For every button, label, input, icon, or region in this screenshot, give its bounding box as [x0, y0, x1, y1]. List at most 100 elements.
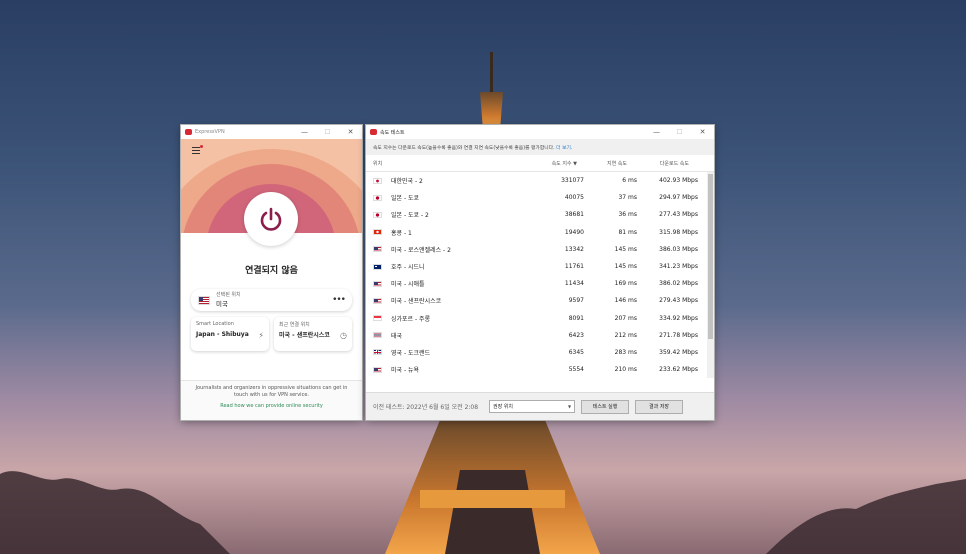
vpn-footer: Journalists and organizers in oppressive…: [181, 380, 362, 420]
th-flag-icon: [373, 332, 382, 339]
row-latency: 37 ms: [618, 194, 637, 202]
us-flag-icon: [373, 297, 382, 304]
learn-more-link[interactable]: 더 보기.: [556, 146, 572, 151]
row-speed-index: 11761: [564, 263, 584, 271]
table-row[interactable]: 미국 - 로스앤젤레스 - 2 13342 145 ms 386.03 Mbps: [366, 241, 714, 258]
row-location: 미국 - 로스앤젤레스 - 2: [391, 246, 451, 254]
row-download: 277.43 Mbps: [659, 211, 698, 219]
gb-flag-icon: [373, 349, 382, 356]
column-location[interactable]: 위치: [366, 160, 541, 167]
jp-flag-icon: [373, 194, 382, 201]
row-download: 279.43 Mbps: [659, 297, 698, 305]
table-row[interactable]: 미국 - 시애틀 11434 169 ms 386.02 Mbps: [366, 275, 714, 292]
us-flag-icon: [373, 280, 382, 287]
row-speed-index: 13342: [564, 245, 584, 253]
selected-location-card[interactable]: 선택된 위치 미국 •••: [191, 289, 352, 311]
row-latency: 145 ms: [614, 245, 637, 253]
close-button[interactable]: ✕: [339, 128, 362, 136]
row-latency: 36 ms: [618, 211, 637, 219]
row-latency: 283 ms: [614, 348, 637, 356]
speedtest-window-title: 속도 테스트: [380, 129, 405, 136]
row-location: 미국 - 뉴욕: [391, 367, 420, 375]
au-flag-icon: [373, 263, 382, 270]
row-location: 일본 - 도쿄 - 2: [391, 212, 429, 220]
us-flag-icon: [198, 295, 210, 305]
footer-text: Journalists and organizers in oppressive…: [195, 385, 348, 398]
scrollbar-thumb[interactable]: [708, 174, 713, 339]
trees-left: [0, 471, 230, 554]
run-test-button[interactable]: 테스트 실행: [581, 399, 630, 414]
smart-location-value: Japan - Shibuya: [196, 331, 249, 338]
row-location: 미국 - 샌프란시스코: [391, 298, 442, 306]
minimize-button[interactable]: —: [645, 128, 668, 136]
expressvpn-logo-icon: [370, 129, 377, 135]
sg-flag-icon: [373, 315, 382, 322]
row-download: 315.98 Mbps: [659, 228, 698, 236]
selected-location-label: 선택된 위치: [216, 292, 241, 298]
row-download: 271.78 Mbps: [659, 331, 698, 339]
row-speed-index: 6423: [568, 331, 584, 339]
region-select-value: 권장 위치: [493, 404, 514, 410]
row-location: 일본 - 도쿄: [391, 195, 420, 203]
row-download: 386.02 Mbps: [659, 280, 698, 288]
row-speed-index: 331077: [561, 177, 584, 185]
clock-icon: ◷: [340, 331, 347, 340]
table-row[interactable]: 홍콩 - 1 19490 81 ms 315.98 Mbps: [366, 224, 714, 241]
save-results-button[interactable]: 결과 저장: [635, 399, 684, 414]
row-speed-index: 6345: [568, 348, 584, 356]
row-latency: 210 ms: [614, 366, 637, 374]
table-row[interactable]: 일본 - 도쿄 40075 37 ms 294.97 Mbps: [366, 189, 714, 206]
maximize-button[interactable]: ☐: [668, 128, 691, 136]
speedtest-bottom-bar: 이전 테스트: 2022년 6월 6일 오전 2:08 권장 위치 ▼ 테스트 …: [366, 392, 714, 420]
hk-flag-icon: [373, 229, 382, 236]
table-row[interactable]: 태국 6423 212 ms 271.78 Mbps: [366, 327, 714, 344]
minimize-button[interactable]: —: [293, 128, 316, 136]
table-row[interactable]: 영국 - 도크랜드 6345 283 ms 359.42 Mbps: [366, 344, 714, 361]
column-speed-index[interactable]: 속도 지수 ▼: [541, 160, 577, 167]
speedtest-description: 속도 지수는 다운로드 속도(높을수록 좋음)와 연결 지연 속도(낮을수록 좋…: [366, 139, 714, 155]
row-location: 싱가포르 - 주롱: [391, 315, 431, 323]
power-icon: [260, 207, 282, 231]
recent-location-label: 최근 연결 위치: [279, 322, 310, 328]
row-download: 294.97 Mbps: [659, 194, 698, 202]
row-download: 402.93 Mbps: [659, 177, 698, 185]
close-button[interactable]: ✕: [691, 128, 714, 136]
us-flag-icon: [373, 246, 382, 253]
more-options-icon[interactable]: •••: [332, 295, 346, 305]
recent-location-card[interactable]: 최근 연결 위치 미국 - 샌프란시스코 ◷: [274, 317, 352, 351]
table-row[interactable]: 싱가포르 - 주롱 8091 207 ms 334.92 Mbps: [366, 310, 714, 327]
power-button[interactable]: [244, 192, 298, 246]
lightning-icon: ⚡: [258, 331, 264, 340]
footer-link[interactable]: Read how we can provide online security: [193, 403, 350, 410]
menu-icon[interactable]: [192, 145, 203, 156]
vpn-window-title: ExpressVPN: [195, 129, 225, 135]
row-location: 영국 - 도크랜드: [391, 349, 431, 357]
connection-status: 연결되지 않음: [245, 266, 298, 276]
row-speed-index: 11434: [564, 280, 584, 288]
row-download: 334.92 Mbps: [659, 314, 698, 322]
column-latency[interactable]: 지연 속도: [577, 160, 627, 167]
expressvpn-logo-icon: [185, 129, 192, 135]
row-speed-index: 40075: [564, 194, 584, 202]
row-download: 386.03 Mbps: [659, 245, 698, 253]
table-row[interactable]: 미국 - 샌프란시스코 9597 146 ms 279.43 Mbps: [366, 292, 714, 309]
row-latency: 145 ms: [614, 263, 637, 271]
table-row[interactable]: 미국 - 뉴욕 5554 210 ms 233.62 Mbps: [366, 361, 714, 378]
vpn-titlebar: ExpressVPN — ☐ ✕: [181, 125, 362, 139]
row-speed-index: 5554: [568, 366, 584, 374]
row-latency: 169 ms: [614, 280, 637, 288]
table-row[interactable]: 대한민국 - 2 331077 6 ms 402.93 Mbps: [366, 172, 714, 189]
maximize-button[interactable]: ☐: [316, 128, 339, 136]
smart-location-card[interactable]: Smart Location Japan - Shibuya ⚡: [191, 317, 269, 351]
speed-test-window: 속도 테스트 — ☐ ✕ 속도 지수는 다운로드 속도(높을수록 좋음)와 연결…: [366, 125, 714, 420]
column-download[interactable]: 다운로드 속도: [627, 160, 689, 167]
vertical-scrollbar[interactable]: [707, 172, 714, 378]
region-select[interactable]: 권장 위치 ▼: [489, 400, 576, 413]
results-table: 대한민국 - 2 331077 6 ms 402.93 Mbps 일본 - 도쿄 400…: [366, 172, 714, 378]
table-row[interactable]: 호주 - 시드니 11761 145 ms 341.23 Mbps: [366, 258, 714, 275]
table-row[interactable]: 일본 - 도쿄 - 2 38681 36 ms 277.43 Mbps: [366, 206, 714, 223]
row-download: 233.62 Mbps: [659, 366, 698, 374]
row-latency: 207 ms: [614, 314, 637, 322]
row-speed-index: 19490: [564, 228, 584, 236]
row-latency: 146 ms: [614, 297, 637, 305]
